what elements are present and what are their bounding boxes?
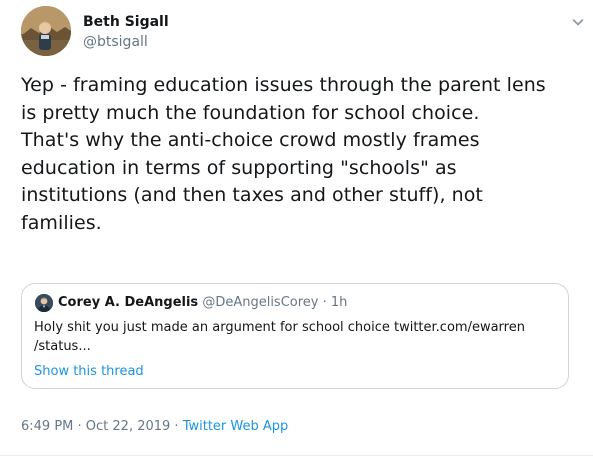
tweet-time[interactable]: 6:49 PM	[21, 419, 73, 434]
meta-separator: ·	[73, 419, 86, 434]
quoted-author-handle-time: @DeAngelisCorey · 1h	[202, 295, 348, 310]
tweet-metadata: 6:49 PM · Oct 22, 2019 · Twitter Web App	[21, 418, 288, 436]
divider	[0, 455, 593, 456]
author-avatar[interactable]	[21, 6, 71, 56]
quoted-text-line: Holy shit you just made an argument for …	[34, 320, 525, 335]
quoted-author-name: Corey A. DeAngelis	[58, 295, 199, 310]
tweet-text-line: That's why the anti-choice crowd mostly …	[21, 129, 480, 151]
tweet: Beth Sigall @btsigall Yep - framing educ…	[0, 0, 593, 458]
author-display-name[interactable]: Beth Sigall	[83, 13, 169, 31]
quoted-author-avatar	[35, 294, 53, 312]
author-handle[interactable]: @btsigall	[83, 33, 148, 51]
tweet-text: Yep - framing education issues through t…	[21, 72, 581, 237]
tweet-text-line: families.	[21, 211, 102, 234]
show-thread-link[interactable]: Show this thread	[34, 363, 144, 381]
avatar-photo-icon	[35, 294, 53, 312]
quoted-text-line: /status...	[34, 339, 91, 354]
tweet-text-line: institutions (and then taxes and other s…	[21, 184, 483, 206]
avatar-photo-icon	[21, 6, 71, 56]
tweet-date[interactable]: Oct 22, 2019	[86, 419, 171, 434]
tweet-text-line: is pretty much the foundation for school…	[21, 101, 480, 124]
tweet-source-link[interactable]: Twitter Web App	[183, 419, 289, 434]
tweet-text-line: Yep - framing education issues through t…	[21, 74, 546, 96]
tweet-text-line: education in terms of supporting "school…	[21, 156, 457, 179]
quoted-tweet-header: Corey A. DeAngelis @DeAngelisCorey · 1h	[58, 294, 347, 312]
chevron-down-icon[interactable]	[570, 14, 586, 30]
quoted-tweet-text: Holy shit you just made an argument for …	[34, 318, 559, 356]
meta-separator: ·	[170, 419, 183, 434]
quoted-tweet-card[interactable]: Corey A. DeAngelis @DeAngelisCorey · 1h …	[21, 283, 569, 389]
